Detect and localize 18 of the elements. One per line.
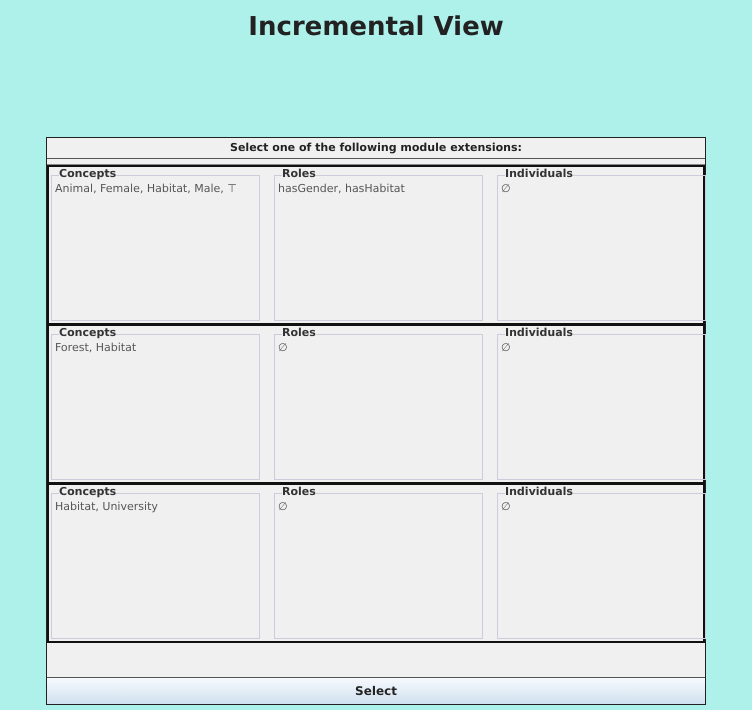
group-text: ∅: [501, 182, 512, 195]
group-text: ∅: [278, 500, 289, 513]
select-button[interactable]: Select: [47, 677, 705, 704]
group-label: Concepts: [59, 485, 116, 499]
panel-heading: Select one of the following module extensions:: [47, 138, 705, 159]
group-text: ∅: [278, 341, 289, 354]
group-text: ∅: [501, 500, 512, 513]
page-title: Incremental View: [248, 12, 504, 44]
extension-option[interactable]: Concepts Animal, Female, Habitat, Male, ⊤ Roles hasGender, hasHabitat Individuals ∅: [47, 165, 705, 324]
group-text: Habitat, University: [55, 500, 159, 513]
group-label: Concepts: [59, 167, 116, 181]
group-label: Concepts: [59, 326, 116, 340]
extension-option[interactable]: Concepts Habitat, University Roles ∅ Individuals ∅: [47, 483, 705, 643]
group-text: ∅: [501, 341, 512, 354]
extension-option[interactable]: Concepts Forest, Habitat Roles ∅ Individuals ∅: [47, 324, 705, 483]
group-text: Forest, Habitat: [55, 341, 138, 354]
group-text: Animal, Female, Habitat, Male, ⊤: [55, 182, 238, 195]
group-text: hasGender, hasHabitat: [278, 182, 406, 195]
